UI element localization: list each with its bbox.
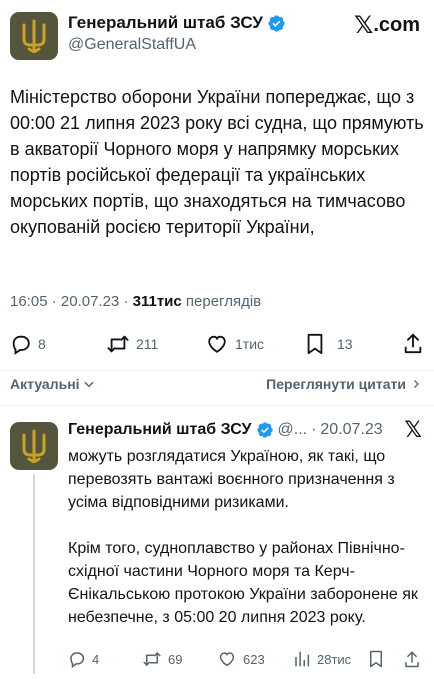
- retweet-count: 69: [168, 651, 183, 667]
- tweet-text: Міністерство оборони України попереджає,…: [10, 87, 424, 237]
- verified-badge-icon: [256, 422, 273, 438]
- x-logo-icon: 𝕏: [353, 11, 374, 39]
- author-name[interactable]: Генеральний штаб ЗСУ: [68, 13, 286, 33]
- avatar[interactable]: [10, 422, 58, 470]
- view-quotes-label: Переглянути цитати: [266, 376, 406, 392]
- meta-separator: ·: [51, 293, 57, 310]
- views-count: 28тис: [317, 651, 352, 667]
- views-count: 311тис: [132, 293, 182, 310]
- heart-icon: [219, 652, 235, 667]
- chevron-right-icon: [414, 380, 419, 388]
- heart-icon: [208, 335, 226, 353]
- divider: [0, 405, 434, 406]
- meta-separator: ·: [123, 293, 129, 310]
- sort-dropdown[interactable]: Актуальні: [10, 376, 96, 392]
- tweet-meta: 16:05 · 20.07.23 · 311тис переглядів: [10, 293, 261, 310]
- reply-author-handle[interactable]: @...: [278, 421, 308, 439]
- divider: [0, 370, 434, 371]
- views-label: переглядів: [185, 293, 262, 310]
- reply-count: 4: [92, 651, 100, 667]
- retweet-button[interactable]: 211: [106, 333, 158, 355]
- reply-count: 8: [38, 336, 46, 352]
- reply-author-name[interactable]: Генеральний штаб ЗСУ: [68, 421, 252, 439]
- like-button[interactable]: 623: [217, 650, 265, 668]
- bookmark-button[interactable]: [368, 650, 384, 668]
- reply-header: Генеральний штаб ЗСУ @... · 20.07.23: [68, 421, 383, 439]
- bookmark-icon: [370, 650, 382, 668]
- meta-separator: ·: [311, 421, 317, 438]
- bookmark-count: 13: [337, 336, 353, 352]
- sort-label: Актуальні: [10, 376, 80, 392]
- like-button[interactable]: 1тис: [205, 333, 264, 355]
- reply-icon: [70, 652, 85, 668]
- author-name-text: Генеральний штаб ЗСУ: [68, 13, 263, 32]
- tweet-time[interactable]: 16:05: [10, 293, 48, 310]
- like-count: 1тис: [235, 336, 265, 352]
- reply-paragraph: Крім того, судноплавство у районах Півні…: [68, 540, 418, 626]
- bar-chart-icon: [295, 651, 310, 667]
- bookmark-icon: [307, 333, 323, 355]
- chevron-down-icon: [83, 381, 94, 388]
- trident-emblem-icon: [22, 19, 46, 53]
- tweet-date[interactable]: 20.07.23: [61, 293, 119, 310]
- retweet-icon: [143, 652, 161, 666]
- bookmark-button[interactable]: 13: [305, 333, 353, 355]
- share-button[interactable]: [403, 332, 423, 354]
- share-button[interactable]: [404, 650, 420, 668]
- trident-emblem-icon: [22, 429, 46, 463]
- verified-badge-icon: [268, 14, 285, 32]
- thread-connector: [33, 474, 35, 674]
- share-icon: [404, 333, 422, 354]
- views-button[interactable]: 28тис: [293, 650, 351, 668]
- retweet-button[interactable]: 69: [142, 650, 182, 668]
- reply-button[interactable]: 4: [68, 650, 99, 668]
- x-brand: 𝕏 .com: [354, 13, 420, 37]
- like-count: 623: [243, 651, 265, 667]
- retweet-count: 211: [136, 336, 159, 352]
- reply-paragraph: можуть розглядатися Україною, як такі, щ…: [68, 448, 395, 511]
- reply-text: можуть розглядатися Україною, як такі, щ…: [68, 445, 424, 629]
- view-quotes-link[interactable]: Переглянути цитати: [266, 376, 422, 392]
- reply-date[interactable]: 20.07.23: [320, 421, 382, 439]
- retweet-icon: [107, 335, 129, 353]
- avatar[interactable]: [10, 12, 58, 60]
- author-handle[interactable]: @GeneralStaffUA: [68, 36, 196, 54]
- reply-button[interactable]: 8: [10, 333, 46, 355]
- x-logo-icon: 𝕏: [404, 418, 422, 443]
- share-icon: [405, 651, 419, 668]
- brand-domain: .com: [373, 13, 420, 36]
- reply-icon: [12, 335, 30, 355]
